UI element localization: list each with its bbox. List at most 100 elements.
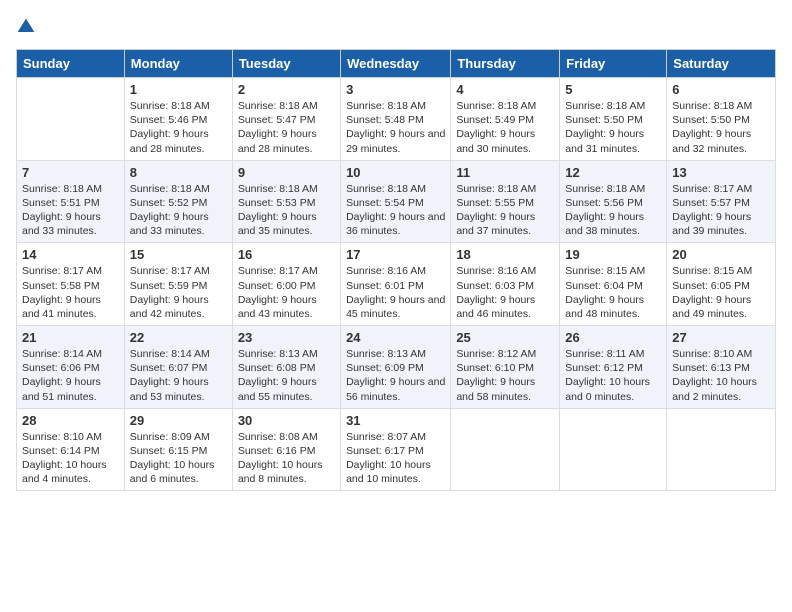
day-cell: 10 Sunrise: 8:18 AMSunset: 5:54 PMDayligh… [341,160,451,243]
day-info: Sunrise: 8:18 AMSunset: 5:49 PMDaylight:… [456,99,554,156]
week-row-0: 1Sunrise: 8:18 AMSunset: 5:46 PMDaylight… [17,78,776,161]
header-wednesday: Wednesday [341,50,451,78]
day-cell: 24 Sunrise: 8:13 AMSunset: 6:09 PMDayligh… [341,326,451,409]
day-number: 4 [456,82,554,97]
day-cell: 3 Sunrise: 8:18 AMSunset: 5:48 PMDaylight… [341,78,451,161]
day-number: 5 [565,82,661,97]
day-cell: 28 Sunrise: 8:10 AMSunset: 6:14 PMDayligh… [17,408,125,491]
calendar-table: SundayMondayTuesdayWednesdayThursdayFrid… [16,49,776,491]
day-number: 21 [22,330,119,345]
day-number: 13 [672,165,770,180]
day-info: Sunrise: 8:08 AMSunset: 6:16 PMDaylight:… [238,430,335,487]
day-cell: 9Sunrise: 8:18 AMSunset: 5:53 PMDaylight… [232,160,340,243]
day-cell: 18 Sunrise: 8:16 AMSunset: 6:03 PMDayligh… [451,243,560,326]
day-cell: 23 Sunrise: 8:13 AMSunset: 6:08 PMDayligh… [232,326,340,409]
day-info: Sunrise: 8:14 AMSunset: 6:06 PMDaylight:… [22,347,119,404]
day-cell: 12 Sunrise: 8:18 AMSunset: 5:56 PMDayligh… [560,160,667,243]
day-number: 8 [130,165,227,180]
day-number: 30 [238,413,335,428]
day-info: Sunrise: 8:18 AMSunset: 5:52 PMDaylight:… [130,182,227,239]
day-number: 29 [130,413,227,428]
day-info: Sunrise: 8:18 AMSunset: 5:46 PMDaylight:… [130,99,227,156]
header-row: SundayMondayTuesdayWednesdayThursdayFrid… [17,50,776,78]
day-cell [667,408,776,491]
day-number: 3 [346,82,445,97]
day-cell: 11 Sunrise: 8:18 AMSunset: 5:55 PMDayligh… [451,160,560,243]
day-cell: 7 Sunrise: 8:18 AMSunset: 5:51 PMDaylight… [17,160,125,243]
day-info: Sunrise: 8:07 AMSunset: 6:17 PMDaylight:… [346,430,445,487]
day-cell: 31Sunrise: 8:07 AMSunset: 6:17 PMDayligh… [341,408,451,491]
day-info: Sunrise: 8:16 AMSunset: 6:01 PMDaylight:… [346,264,445,321]
week-row-3: 21 Sunrise: 8:14 AMSunset: 6:06 PMDayligh… [17,326,776,409]
day-number: 6 [672,82,770,97]
header-tuesday: Tuesday [232,50,340,78]
day-info: Sunrise: 8:16 AMSunset: 6:03 PMDaylight:… [456,264,554,321]
day-cell: 17 Sunrise: 8:16 AMSunset: 6:01 PMDayligh… [341,243,451,326]
day-cell: 30 Sunrise: 8:08 AMSunset: 6:16 PMDayligh… [232,408,340,491]
day-cell [560,408,667,491]
logo-icon [16,17,36,37]
day-number: 18 [456,247,554,262]
header-friday: Friday [560,50,667,78]
day-number: 11 [456,165,554,180]
day-cell: 25 Sunrise: 8:12 AMSunset: 6:10 PMDayligh… [451,326,560,409]
day-info: Sunrise: 8:18 AMSunset: 5:55 PMDaylight:… [456,182,554,239]
day-number: 23 [238,330,335,345]
day-number: 28 [22,413,119,428]
day-info: Sunrise: 8:09 AMSunset: 6:15 PMDaylight:… [130,430,227,487]
day-info: Sunrise: 8:18 AMSunset: 5:51 PMDaylight:… [22,182,119,239]
page-header [16,16,776,37]
day-info: Sunrise: 8:18 AMSunset: 5:50 PMDaylight:… [565,99,661,156]
day-info: Sunrise: 8:14 AMSunset: 6:07 PMDaylight:… [130,347,227,404]
day-cell: 4 Sunrise: 8:18 AMSunset: 5:49 PMDaylight… [451,78,560,161]
day-number: 26 [565,330,661,345]
day-number: 25 [456,330,554,345]
day-cell: 14Sunrise: 8:17 AMSunset: 5:58 PMDayligh… [17,243,125,326]
day-info: Sunrise: 8:18 AMSunset: 5:47 PMDaylight:… [238,99,335,156]
day-cell [451,408,560,491]
day-number: 7 [22,165,119,180]
week-row-1: 7 Sunrise: 8:18 AMSunset: 5:51 PMDaylight… [17,160,776,243]
day-cell: 20 Sunrise: 8:15 AMSunset: 6:05 PMDayligh… [667,243,776,326]
week-row-4: 28 Sunrise: 8:10 AMSunset: 6:14 PMDayligh… [17,408,776,491]
day-number: 27 [672,330,770,345]
day-info: Sunrise: 8:13 AMSunset: 6:08 PMDaylight:… [238,347,335,404]
header-saturday: Saturday [667,50,776,78]
day-info: Sunrise: 8:13 AMSunset: 6:09 PMDaylight:… [346,347,445,404]
day-cell: 5 Sunrise: 8:18 AMSunset: 5:50 PMDaylight… [560,78,667,161]
day-info: Sunrise: 8:10 AMSunset: 6:13 PMDaylight:… [672,347,770,404]
day-number: 10 [346,165,445,180]
week-row-2: 14Sunrise: 8:17 AMSunset: 5:58 PMDayligh… [17,243,776,326]
day-cell: 8 Sunrise: 8:18 AMSunset: 5:52 PMDaylight… [124,160,232,243]
day-info: Sunrise: 8:11 AMSunset: 6:12 PMDaylight:… [565,347,661,404]
day-cell: 2 Sunrise: 8:18 AMSunset: 5:47 PMDaylight… [232,78,340,161]
day-info: Sunrise: 8:17 AMSunset: 6:00 PMDaylight:… [238,264,335,321]
day-info: Sunrise: 8:12 AMSunset: 6:10 PMDaylight:… [456,347,554,404]
day-number: 22 [130,330,227,345]
day-number: 9 [238,165,335,180]
day-info: Sunrise: 8:15 AMSunset: 6:05 PMDaylight:… [672,264,770,321]
day-cell: 1Sunrise: 8:18 AMSunset: 5:46 PMDaylight… [124,78,232,161]
day-number: 2 [238,82,335,97]
logo [16,16,40,37]
day-info: Sunrise: 8:18 AMSunset: 5:56 PMDaylight:… [565,182,661,239]
day-info: Sunrise: 8:18 AMSunset: 5:50 PMDaylight:… [672,99,770,156]
day-info: Sunrise: 8:18 AMSunset: 5:48 PMDaylight:… [346,99,445,156]
day-cell [17,78,125,161]
day-cell: 6 Sunrise: 8:18 AMSunset: 5:50 PMDaylight… [667,78,776,161]
day-number: 19 [565,247,661,262]
day-info: Sunrise: 8:17 AMSunset: 5:57 PMDaylight:… [672,182,770,239]
day-cell: 26 Sunrise: 8:11 AMSunset: 6:12 PMDayligh… [560,326,667,409]
day-cell: 22 Sunrise: 8:14 AMSunset: 6:07 PMDayligh… [124,326,232,409]
day-info: Sunrise: 8:18 AMSunset: 5:54 PMDaylight:… [346,182,445,239]
day-number: 20 [672,247,770,262]
header-thursday: Thursday [451,50,560,78]
day-cell: 21 Sunrise: 8:14 AMSunset: 6:06 PMDayligh… [17,326,125,409]
day-info: Sunrise: 8:10 AMSunset: 6:14 PMDaylight:… [22,430,119,487]
day-number: 24 [346,330,445,345]
day-cell: 29 Sunrise: 8:09 AMSunset: 6:15 PMDayligh… [124,408,232,491]
day-number: 16 [238,247,335,262]
day-number: 12 [565,165,661,180]
day-cell: 19Sunrise: 8:15 AMSunset: 6:04 PMDayligh… [560,243,667,326]
day-number: 17 [346,247,445,262]
